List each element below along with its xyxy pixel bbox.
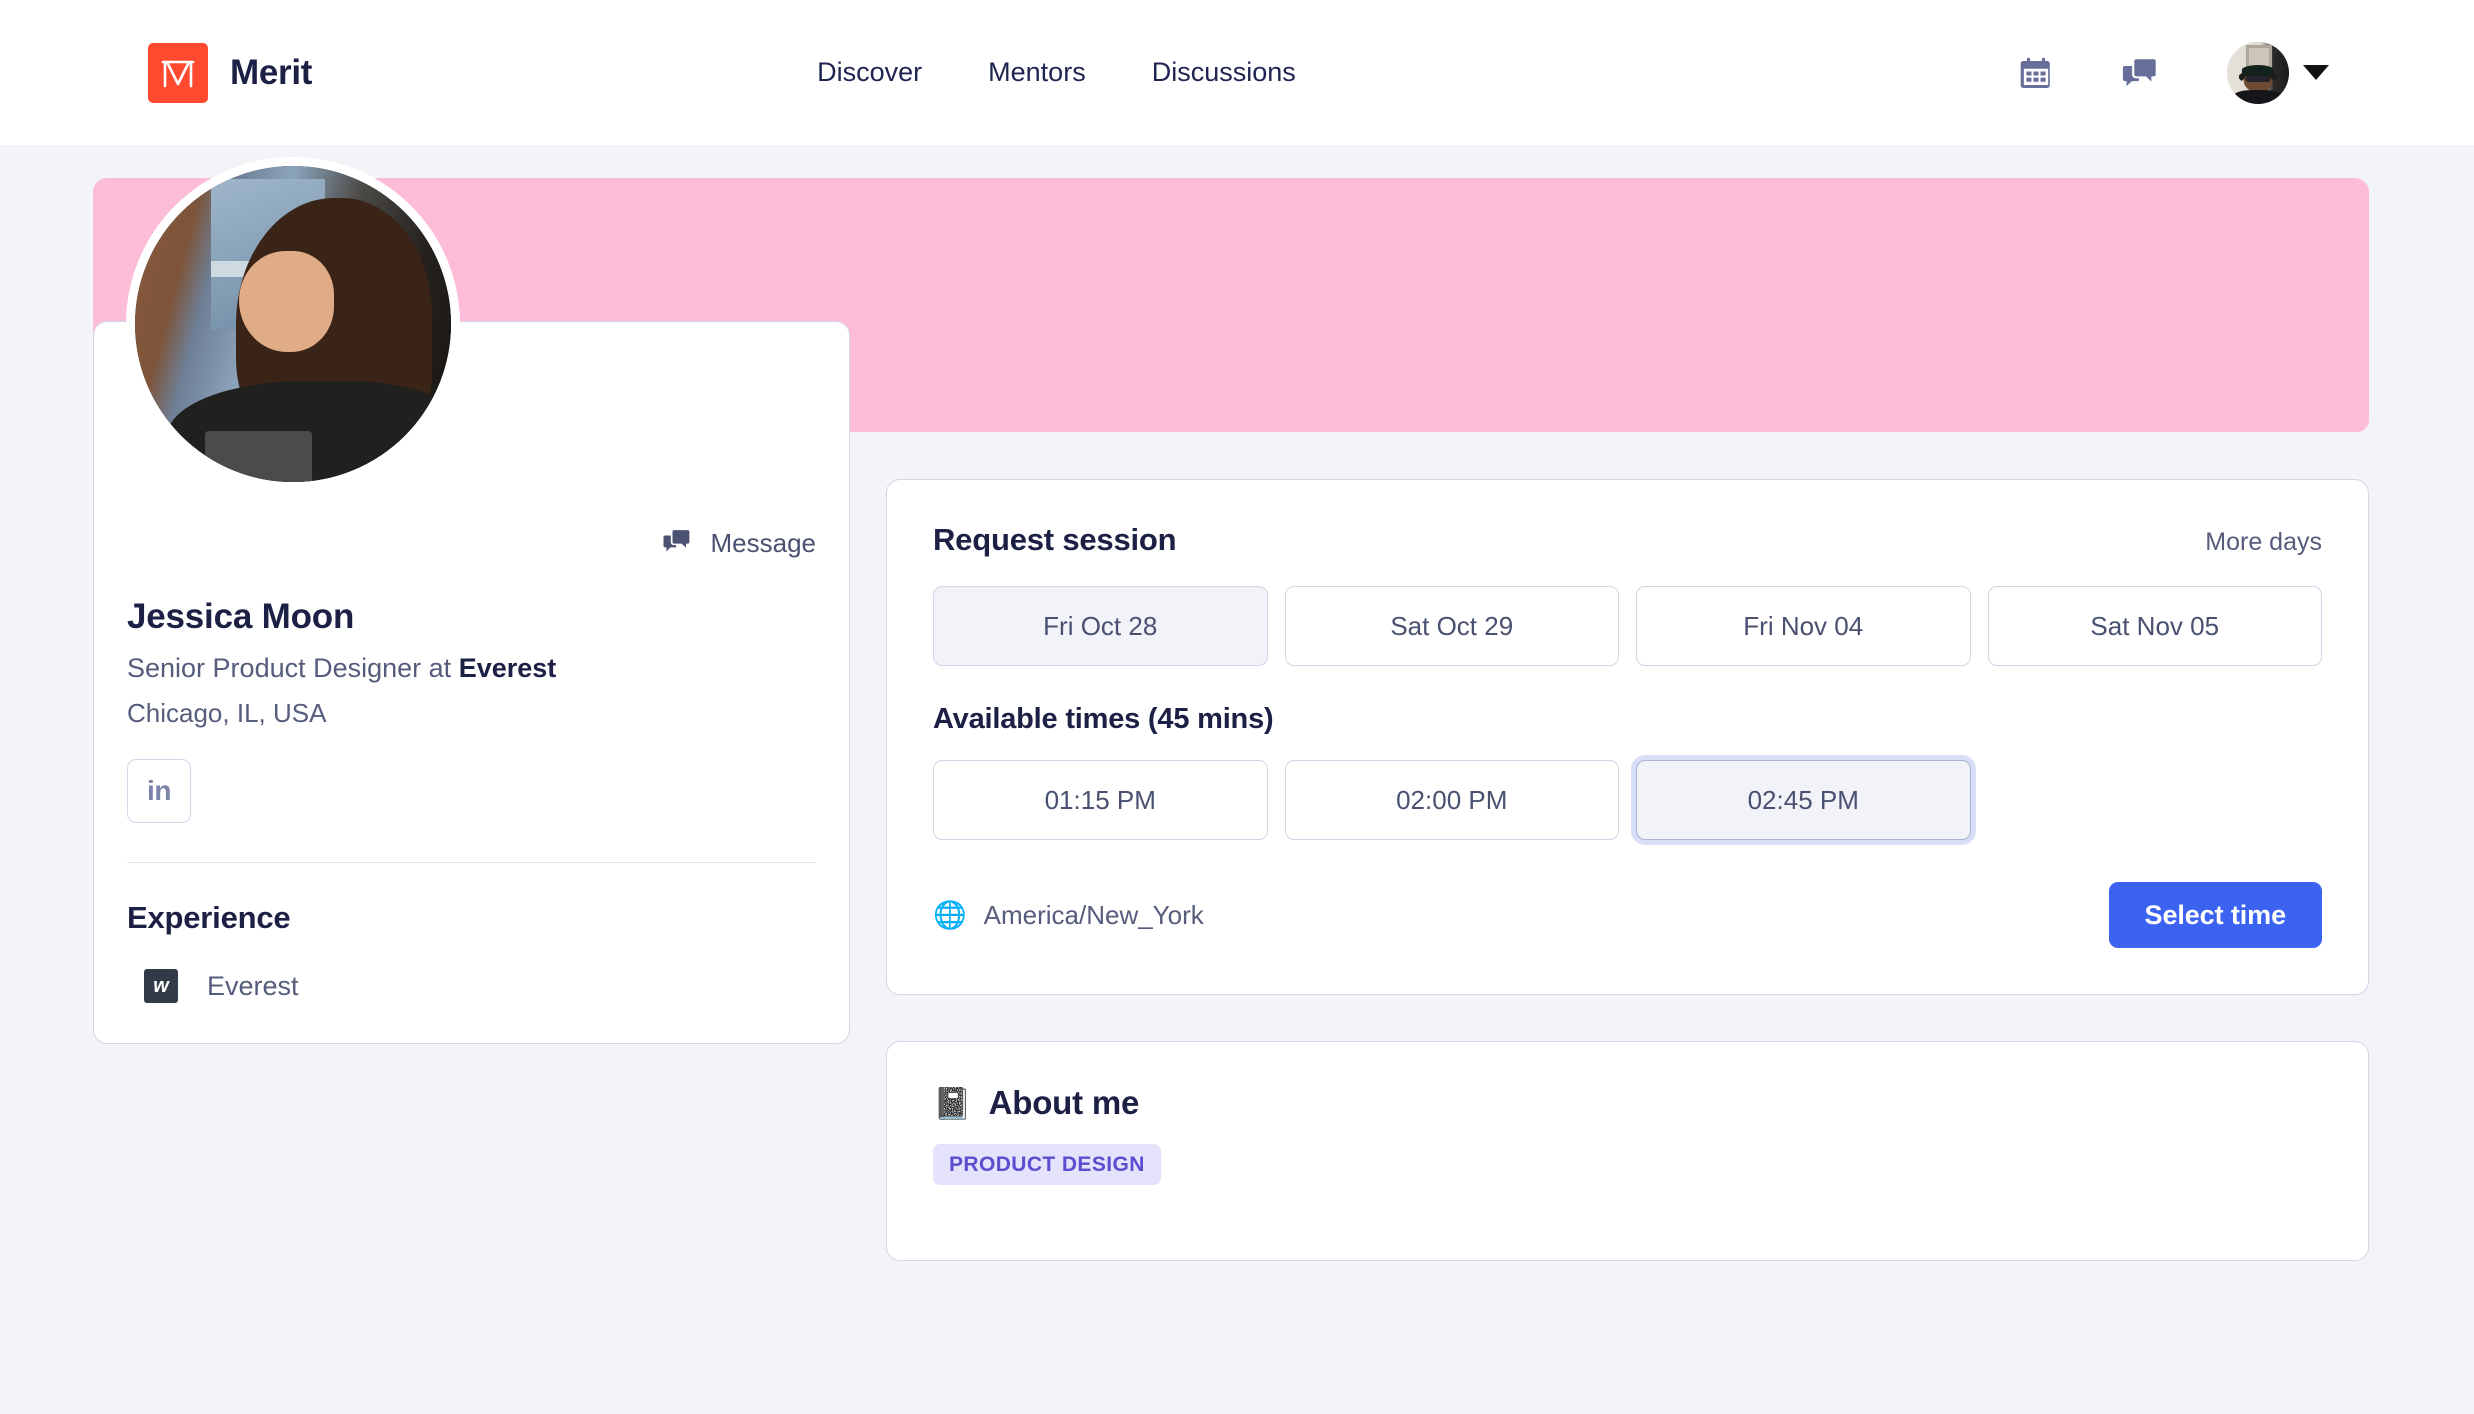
experience-company-name: Everest	[207, 970, 299, 1001]
message-label: Message	[710, 528, 817, 558]
time-button-0245-pm[interactable]: 02:45 PM	[1636, 760, 1971, 840]
main-nav: Discover Mentors Discussions	[817, 57, 1296, 88]
chat-bubbles-icon	[662, 526, 692, 561]
about-me-card: 📓 About me PRODUCT DESIGN	[886, 1041, 2369, 1261]
merit-logo-mark-icon	[148, 42, 208, 103]
select-time-button[interactable]: Select time	[2108, 882, 2322, 948]
profile-columns: Message Jessica Moon Senior Product Desi…	[0, 157, 2474, 1261]
profile-role-prefix: Senior Product Designer at	[127, 653, 459, 683]
page-title: Jessica Moon	[127, 597, 355, 636]
nav-item-discover[interactable]: Discover	[817, 57, 922, 88]
session-footer: 🌐 America/New_York Select time	[933, 882, 2322, 948]
account-menu[interactable]	[2227, 41, 2329, 104]
linkedin-icon[interactable]: in	[127, 759, 191, 823]
nav-item-discussions[interactable]: Discussions	[1152, 57, 1296, 88]
avatar	[2227, 41, 2289, 104]
time-button-0200-pm[interactable]: 02:00 PM	[1284, 760, 1619, 840]
experience-heading: Experience	[127, 900, 291, 935]
profile-location: Chicago, IL, USA	[127, 698, 327, 728]
day-button-fri-oct-28[interactable]: Fri Oct 28	[933, 586, 1268, 666]
social-links: in	[127, 759, 816, 823]
app-header: Merit Discover Mentors Discussions	[0, 0, 2474, 145]
globe-icon: 🌐	[933, 899, 967, 930]
day-button-sat-oct-29[interactable]: Sat Oct 29	[1284, 586, 1619, 666]
request-session-card: Request session More days Fri Oct 28 Sat…	[886, 479, 2369, 995]
profile-page: Message Jessica Moon Senior Product Desi…	[0, 157, 2474, 1261]
status-badge: PRODUCT DESIGN	[933, 1144, 1161, 1185]
request-session-title: Request session	[933, 522, 1177, 557]
about-me-title: About me	[988, 1084, 1140, 1121]
profile-role: Senior Product Designer at Everest	[127, 653, 816, 684]
company-logo-icon: w	[144, 969, 178, 1003]
time-button-0115-pm[interactable]: 01:15 PM	[933, 760, 1268, 840]
chat-bubbles-icon[interactable]	[2119, 52, 2161, 94]
time-selector: 01:15 PM 02:00 PM 02:45 PM	[933, 760, 2322, 840]
more-days-button[interactable]: More days	[2205, 528, 2322, 557]
day-button-fri-nov-04[interactable]: Fri Nov 04	[1636, 586, 1971, 666]
day-button-sat-nov-05[interactable]: Sat Nov 05	[1987, 586, 2322, 666]
timezone-display[interactable]: 🌐 America/New_York	[933, 900, 1204, 931]
day-selector: Fri Oct 28 Sat Oct 29 Fri Nov 04 Sat Nov…	[933, 586, 2322, 666]
right-column: Request session More days Fri Oct 28 Sat…	[886, 479, 2369, 1261]
calendar-icon[interactable]	[2015, 52, 2057, 94]
timezone-label: America/New_York	[983, 899, 1204, 930]
brand-name: Merit	[230, 52, 313, 92]
profile-avatar	[126, 157, 460, 491]
available-times-heading: Available times (45 mins)	[933, 703, 1274, 735]
header-actions	[2015, 41, 2329, 104]
chevron-down-icon[interactable]	[2303, 65, 2329, 80]
list-item: w Everest	[127, 969, 816, 1003]
about-me-header: 📓 About me	[933, 1084, 2322, 1122]
profile-card: Message Jessica Moon Senior Product Desi…	[93, 157, 850, 1044]
profile-company: Everest	[458, 653, 557, 683]
brand-logo[interactable]: Merit	[148, 42, 313, 103]
divider	[127, 862, 816, 863]
nav-item-mentors[interactable]: Mentors	[988, 57, 1086, 88]
notebook-icon: 📓	[933, 1085, 972, 1121]
session-card-header: Request session More days	[933, 522, 2322, 558]
